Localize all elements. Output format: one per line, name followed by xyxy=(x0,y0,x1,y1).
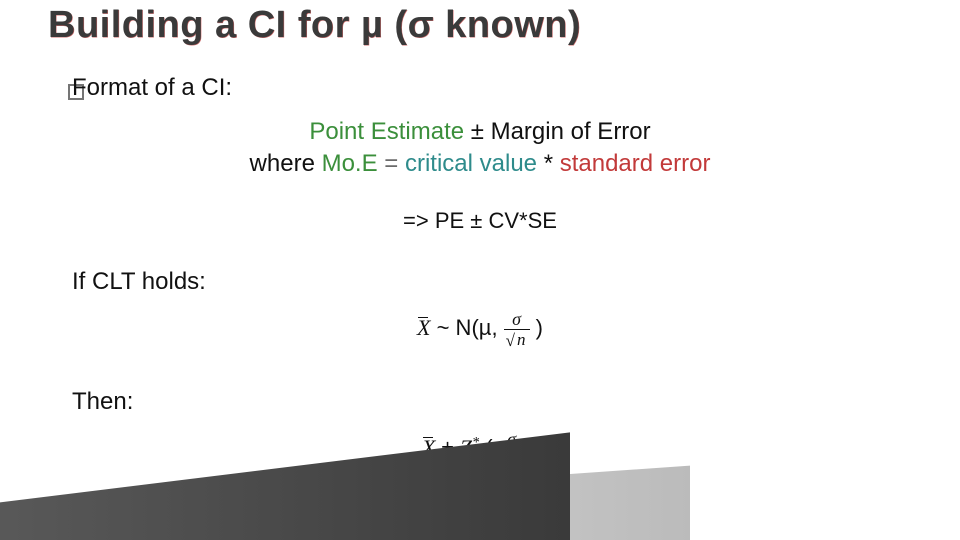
slide-title: Building a CI for µ (σ known) xyxy=(48,4,581,47)
sqrt-radicand: n xyxy=(515,329,528,349)
se-text: standard error xyxy=(560,150,711,177)
equation-clt: X ~ N(µ, σ √n ) xyxy=(0,310,960,348)
fraction-den: √n xyxy=(504,330,530,348)
equation-pe-cv-se: => PE ± CV*SE xyxy=(0,208,960,234)
slide: Building a CI for µ (σ known) Format of … xyxy=(0,0,960,540)
sqrt-icon: √ xyxy=(506,332,515,349)
moe-star: * xyxy=(544,150,553,177)
fraction-num: σ xyxy=(504,310,530,330)
clt-dist: ~ N(µ, xyxy=(437,315,504,340)
plus-minus: ± xyxy=(471,118,491,145)
cv-text: critical value xyxy=(405,150,537,177)
format-label: Format of a CI: xyxy=(72,74,232,102)
point-estimate-text: Point Estimate xyxy=(309,118,464,145)
margin-of-error-text: Margin of Error xyxy=(491,118,651,145)
moe-eq: = xyxy=(384,150,398,177)
sigma-over-rootn: σ √n xyxy=(504,310,530,348)
clt-close: ) xyxy=(536,315,543,340)
equation-moe-breakdown: where Mo.E = critical value * standard e… xyxy=(0,150,960,178)
equation-pe-moe: Point Estimate ± Margin of Error xyxy=(0,118,960,146)
xbar-symbol: X xyxy=(417,315,430,341)
then-label: Then: xyxy=(72,388,133,416)
moe-text: Mo.E xyxy=(322,150,378,177)
clt-label: If CLT holds: xyxy=(72,268,206,296)
where-text: where xyxy=(250,150,322,177)
